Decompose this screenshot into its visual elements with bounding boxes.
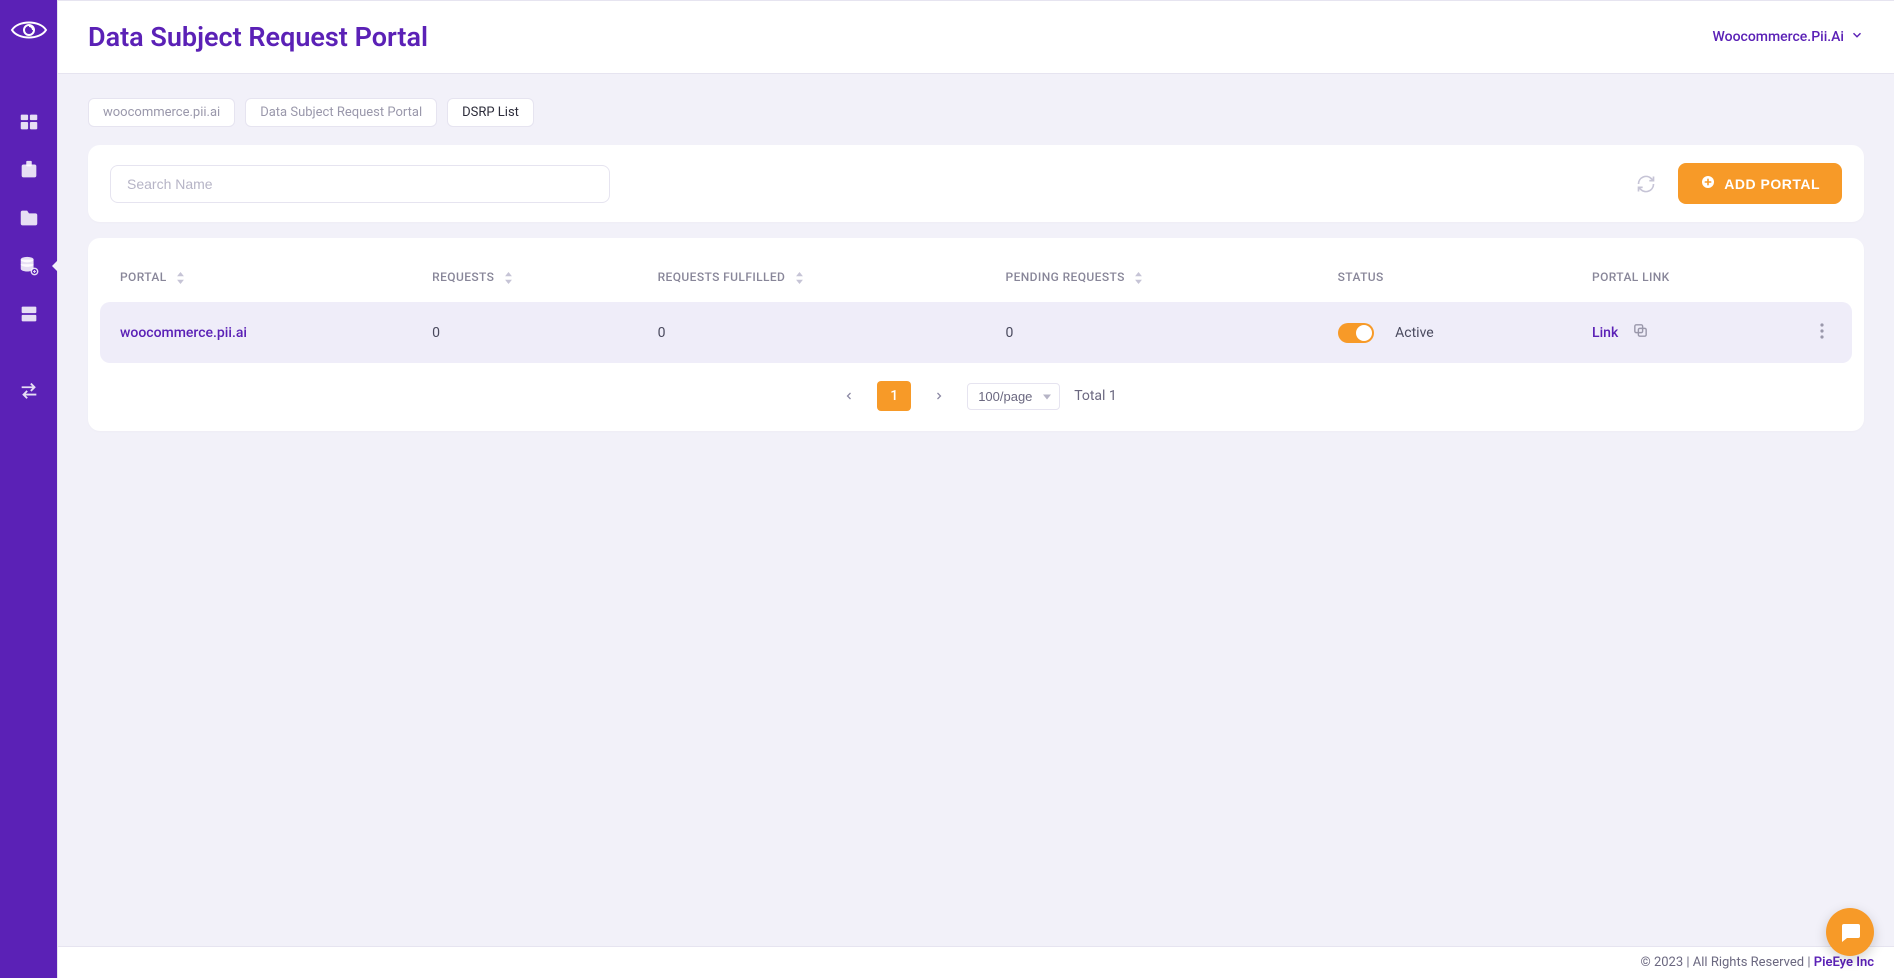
sidebar-item-board[interactable] bbox=[0, 146, 57, 194]
footer-brand: PieEye Inc bbox=[1814, 955, 1874, 970]
sidebar-item-storage[interactable] bbox=[0, 290, 57, 338]
col-portal-link: PORTAL LINK bbox=[1572, 252, 1792, 302]
cell-status: Active bbox=[1318, 302, 1572, 363]
cell-pending: 0 bbox=[986, 302, 1318, 363]
add-portal-button[interactable]: ADD PORTAL bbox=[1678, 163, 1842, 204]
account-label: Woocommerce.Pii.Ai bbox=[1713, 29, 1844, 45]
footer: © 2023 | All Rights Reserved | PieEye In… bbox=[58, 946, 1894, 978]
breadcrumb-item[interactable]: Data Subject Request Portal bbox=[245, 98, 437, 127]
add-portal-label: ADD PORTAL bbox=[1724, 176, 1820, 192]
chat-icon bbox=[1838, 920, 1862, 944]
chevron-down-icon bbox=[1850, 28, 1864, 46]
sort-icon bbox=[504, 272, 513, 284]
pagination-total: Total 1 bbox=[1074, 388, 1117, 404]
pagination-size-select[interactable]: 100/page bbox=[967, 383, 1060, 410]
plus-circle-icon bbox=[1700, 174, 1716, 193]
pagination-size-select-wrap: 100/page bbox=[967, 383, 1060, 410]
breadcrumb-item[interactable]: woocommerce.pii.ai bbox=[88, 98, 235, 127]
pagination: 1 100/page Total 1 bbox=[100, 381, 1852, 411]
pagination-page-current[interactable]: 1 bbox=[877, 381, 911, 411]
col-pending[interactable]: PENDING REQUESTS bbox=[986, 252, 1318, 302]
portal-link[interactable]: Link bbox=[1592, 325, 1618, 341]
col-status: STATUS bbox=[1318, 252, 1572, 302]
footer-text: © 2023 | All Rights Reserved | bbox=[1641, 955, 1814, 970]
sort-icon bbox=[1134, 272, 1143, 284]
chevron-right-icon bbox=[933, 390, 945, 402]
main: Data Subject Request Portal Woocommerce.… bbox=[57, 0, 1894, 978]
pagination-prev[interactable] bbox=[835, 382, 863, 410]
table-card: PORTAL REQUESTS bbox=[88, 238, 1864, 431]
search-input[interactable] bbox=[110, 165, 610, 203]
sidebar-item-folder[interactable] bbox=[0, 194, 57, 242]
col-requests[interactable]: REQUESTS bbox=[412, 252, 637, 302]
portals-table: PORTAL REQUESTS bbox=[100, 252, 1852, 363]
cell-link: Link bbox=[1572, 302, 1792, 363]
status-toggle[interactable] bbox=[1338, 323, 1374, 343]
sort-icon bbox=[795, 272, 804, 284]
chat-fab[interactable] bbox=[1826, 908, 1874, 956]
refresh-button[interactable] bbox=[1628, 166, 1664, 202]
breadcrumb: woocommerce.pii.ai Data Subject Request … bbox=[88, 98, 1864, 127]
status-label: Active bbox=[1395, 325, 1434, 341]
cell-requests: 0 bbox=[412, 302, 637, 363]
chevron-left-icon bbox=[843, 390, 855, 402]
header: Data Subject Request Portal Woocommerce.… bbox=[58, 1, 1894, 74]
page-title: Data Subject Request Portal bbox=[88, 21, 428, 53]
table-row[interactable]: woocommerce.pii.ai 0 0 0 Active Link bbox=[100, 302, 1852, 363]
sidebar-item-data-subject[interactable] bbox=[0, 242, 57, 290]
sort-icon bbox=[176, 272, 185, 284]
col-fulfilled[interactable]: REQUESTS FULFILLED bbox=[638, 252, 986, 302]
toolbar: ADD PORTAL bbox=[88, 145, 1864, 222]
pagination-next[interactable] bbox=[925, 382, 953, 410]
breadcrumb-item-current[interactable]: DSRP List bbox=[447, 98, 534, 127]
copy-icon[interactable] bbox=[1632, 322, 1649, 343]
logo-eye-icon bbox=[10, 18, 48, 46]
content: woocommerce.pii.ai Data Subject Request … bbox=[58, 74, 1894, 946]
cell-fulfilled: 0 bbox=[638, 302, 986, 363]
refresh-icon bbox=[1636, 174, 1656, 194]
row-actions-menu[interactable] bbox=[1812, 323, 1832, 347]
cell-portal: woocommerce.pii.ai bbox=[100, 302, 412, 363]
sidebar bbox=[0, 0, 57, 978]
sidebar-item-transfer[interactable] bbox=[0, 366, 57, 414]
account-switcher[interactable]: Woocommerce.Pii.Ai bbox=[1713, 28, 1864, 46]
col-portal[interactable]: PORTAL bbox=[100, 252, 412, 302]
sidebar-item-dashboard[interactable] bbox=[0, 98, 57, 146]
